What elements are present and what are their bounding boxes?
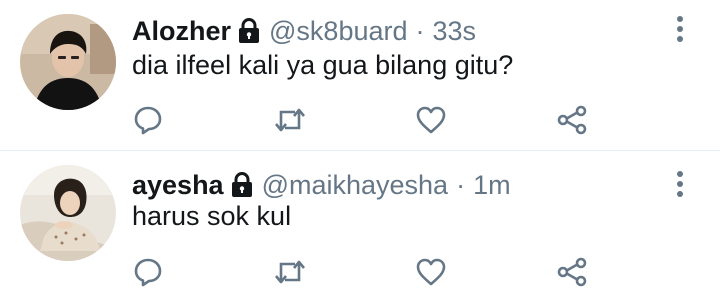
heart-icon (416, 106, 446, 134)
tweet-actions (0, 252, 720, 292)
retweet-icon (275, 108, 305, 132)
share-icon (557, 105, 587, 135)
tweet-header: Alozher @sk8buard · 33s (132, 12, 476, 50)
lock-icon (237, 18, 261, 44)
timestamp[interactable]: 33s (433, 16, 477, 47)
share-button[interactable] (552, 252, 592, 292)
tweet[interactable]: ayesha @maikhayesha · 1m harus sok kul (0, 151, 720, 303)
more-options-icon[interactable] (668, 169, 692, 199)
share-icon (557, 257, 587, 287)
display-name[interactable]: Alozher (132, 16, 231, 47)
avatar-image (20, 14, 116, 110)
reply-button[interactable] (128, 100, 168, 140)
retweet-icon (275, 260, 305, 284)
tweet-text: dia ilfeel kali ya gua bilang gitu? (132, 50, 514, 80)
like-button[interactable] (411, 100, 451, 140)
retweet-button[interactable] (270, 100, 310, 140)
heart-icon (416, 258, 446, 286)
display-name[interactable]: ayesha (132, 170, 224, 201)
separator-dot: · (456, 169, 466, 200)
reply-button[interactable] (128, 252, 168, 292)
avatar[interactable] (20, 14, 116, 110)
tweet-text: harus sok kul (132, 201, 292, 231)
tweet-header: ayesha @maikhayesha · 1m (132, 166, 511, 204)
avatar[interactable] (20, 165, 116, 261)
avatar-image (20, 165, 116, 261)
handle[interactable]: @maikhayesha (262, 170, 449, 201)
lock-icon (230, 172, 254, 198)
more-options-icon[interactable] (668, 14, 692, 44)
tweet[interactable]: Alozher @sk8buard · 33s dia ilfeel kali … (0, 0, 720, 150)
handle[interactable]: @sk8buard (269, 16, 407, 47)
separator-dot: · (415, 15, 425, 46)
tweet-actions (0, 100, 720, 140)
like-button[interactable] (411, 252, 451, 292)
retweet-button[interactable] (270, 252, 310, 292)
share-button[interactable] (552, 100, 592, 140)
reply-icon (134, 106, 162, 135)
reply-icon (134, 258, 162, 287)
timestamp[interactable]: 1m (473, 170, 511, 201)
tweet-feed: Alozher @sk8buard · 33s dia ilfeel kali … (0, 0, 720, 303)
